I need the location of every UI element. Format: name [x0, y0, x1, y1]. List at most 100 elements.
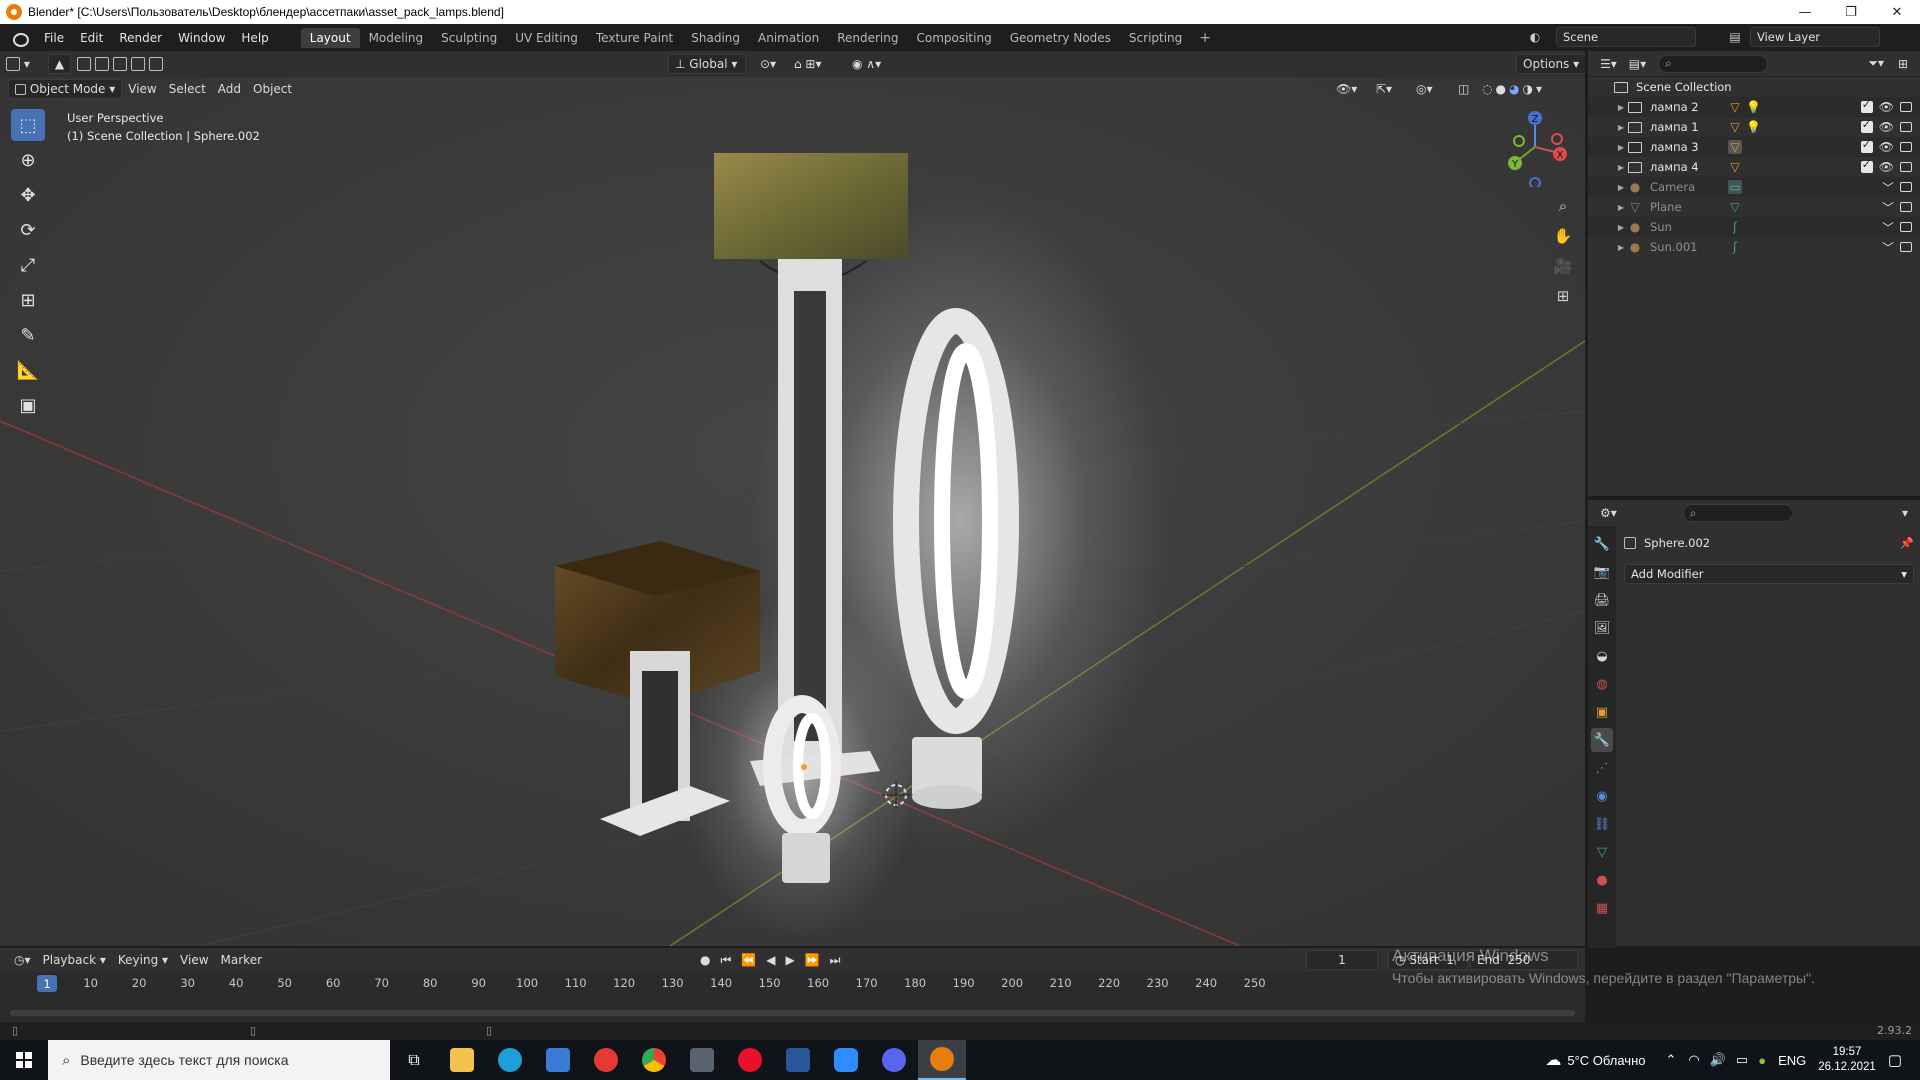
- timeline-scrollbar[interactable]: [10, 1010, 1575, 1016]
- expand-arrow-icon[interactable]: ▶: [1614, 243, 1628, 252]
- gizmo-neg-z[interactable]: [1529, 177, 1541, 187]
- menu-edit[interactable]: Edit: [72, 31, 111, 45]
- render-camera-icon[interactable]: [1900, 142, 1912, 152]
- hidden-eye-icon[interactable]: ﹀: [1882, 239, 1894, 256]
- weather-label[interactable]: 5°C Облачно: [1567, 1053, 1645, 1068]
- scene-tab-icon[interactable]: ◒: [1591, 644, 1613, 668]
- add-workspace-button[interactable]: +: [1191, 28, 1219, 48]
- battery-icon[interactable]: ▭: [1736, 1052, 1748, 1068]
- navigation-gizmo[interactable]: Z X Y: [1495, 107, 1575, 187]
- visibility-eye-icon[interactable]: 👁: [1879, 120, 1894, 134]
- outliner-row-plane[interactable]: ▶ ▽ Plane ▽ ﹀: [1588, 197, 1920, 217]
- tab-animation[interactable]: Animation: [749, 28, 828, 48]
- transform-tool[interactable]: ⊞: [11, 284, 45, 316]
- perspective-toggle-icon[interactable]: ⊞: [1550, 283, 1576, 309]
- new-collection-icon[interactable]: ⊞: [1892, 54, 1914, 74]
- jump-end-icon[interactable]: ⏭: [830, 953, 841, 968]
- timeline-editor-type-icon[interactable]: ◷▾: [8, 950, 37, 970]
- select-new-icon[interactable]: [77, 57, 92, 71]
- data-tab-icon[interactable]: ▽: [1591, 840, 1613, 864]
- outliner-search-input[interactable]: ⌕: [1658, 54, 1769, 73]
- task-view-button[interactable]: ⧉: [390, 1040, 438, 1080]
- exclude-checkbox[interactable]: [1860, 118, 1873, 133]
- menu-view[interactable]: View: [122, 79, 162, 99]
- properties-search-input[interactable]: ⌕: [1682, 504, 1793, 522]
- language-indicator[interactable]: ENG: [1778, 1053, 1806, 1068]
- outliner-row-sun[interactable]: ▶ ● Sun ʃ ﹀: [1588, 217, 1920, 237]
- render-camera-icon[interactable]: [1900, 102, 1912, 112]
- visibility-eye-icon[interactable]: 👁: [1879, 100, 1894, 114]
- taskbar-discord[interactable]: [870, 1040, 918, 1080]
- gizmo-neg-x[interactable]: [1551, 133, 1563, 145]
- expand-arrow-icon[interactable]: ▶: [1614, 123, 1628, 132]
- overlays-icon[interactable]: ◎▾: [1410, 79, 1439, 99]
- expand-arrow-icon[interactable]: ▶: [1614, 203, 1628, 212]
- view-layer-tab-icon[interactable]: 🖼: [1591, 616, 1613, 640]
- editor-type-button[interactable]: ▾: [0, 54, 36, 74]
- visibility-eye-icon[interactable]: 👁: [1879, 140, 1894, 154]
- visibility-icon[interactable]: 👁▾: [1330, 79, 1363, 99]
- menu-timeline-view[interactable]: View: [174, 950, 214, 970]
- outliner-row-lamp1[interactable]: ▶ лампа 1 ▽ 💡 👁: [1588, 117, 1920, 137]
- expand-arrow-icon[interactable]: ▶: [1614, 163, 1628, 172]
- wifi-icon[interactable]: ◠: [1688, 1052, 1699, 1068]
- material-tab-icon[interactable]: ●: [1591, 868, 1613, 892]
- exclude-checkbox[interactable]: [1860, 158, 1873, 173]
- menu-add[interactable]: Add: [212, 79, 247, 99]
- rendered-shading-icon[interactable]: ◑: [1522, 82, 1532, 96]
- display-mode-icon[interactable]: ▤▾: [1623, 54, 1652, 74]
- select-intersect-icon[interactable]: [149, 57, 164, 71]
- render-camera-icon[interactable]: [1900, 202, 1912, 212]
- tab-uv-editing[interactable]: UV Editing: [506, 28, 587, 48]
- taskbar-word[interactable]: [774, 1040, 822, 1080]
- playhead-frame[interactable]: 1: [37, 975, 57, 992]
- outliner-row-sun001[interactable]: ▶ ● Sun.001 ʃ ﹀: [1588, 237, 1920, 257]
- particles-tab-icon[interactable]: ⋰: [1591, 756, 1613, 780]
- select-box-tool[interactable]: ⬚: [11, 109, 45, 141]
- object-tab-icon[interactable]: ▣: [1591, 700, 1613, 724]
- pivot-point-icon[interactable]: ⊙▾: [754, 54, 782, 74]
- camera-view-icon[interactable]: 🎥: [1550, 253, 1576, 279]
- expand-arrow-icon[interactable]: ▶: [1614, 223, 1628, 232]
- restore-button[interactable]: ❐: [1828, 0, 1874, 24]
- gizmo-neg-y[interactable]: [1513, 135, 1525, 147]
- constraints-tab-icon[interactable]: ⛓: [1591, 812, 1613, 836]
- menu-playback[interactable]: Playback ▾: [37, 950, 112, 970]
- record-icon[interactable]: ●: [700, 953, 710, 967]
- taskbar-edge[interactable]: [486, 1040, 534, 1080]
- menu-render[interactable]: Render: [111, 31, 170, 45]
- selection-mode-buttons[interactable]: [71, 54, 169, 74]
- tab-sculpting[interactable]: Sculpting: [432, 28, 506, 48]
- menu-select[interactable]: Select: [163, 79, 212, 99]
- tab-geometry-nodes[interactable]: Geometry Nodes: [1001, 28, 1120, 48]
- tab-rendering[interactable]: Rendering: [828, 28, 907, 48]
- options-dropdown[interactable]: Options ▾: [1516, 54, 1585, 74]
- tab-layout[interactable]: Layout: [300, 27, 360, 48]
- scene-icon[interactable]: ◐: [1524, 28, 1546, 46]
- add-modifier-dropdown[interactable]: Add Modifier ▾: [1624, 564, 1914, 584]
- world-tab-icon[interactable]: ◍: [1591, 672, 1613, 696]
- texture-tab-icon[interactable]: ▦: [1591, 896, 1613, 920]
- close-button[interactable]: ✕: [1874, 0, 1920, 24]
- 3d-viewport[interactable]: ▾ ▲ ⊥ Global ▾ ⊙▾ ⌂ ⊞▾ ◉ ∧▾ Options ▾ Ob…: [0, 51, 1585, 946]
- properties-editor-type-icon[interactable]: ⚙▾: [1594, 503, 1623, 523]
- wireframe-shading-icon[interactable]: ◌: [1482, 82, 1492, 96]
- taskbar-yandex[interactable]: [582, 1040, 630, 1080]
- clock[interactable]: 19:57 26.12.2021: [1818, 1045, 1876, 1075]
- menu-window[interactable]: Window: [170, 31, 233, 45]
- outliner-row-lamp4[interactable]: ▶ лампа 4 ▽ 👁: [1588, 157, 1920, 177]
- shading-mode-buttons[interactable]: ◌ ● ◕ ◑ ▾: [1476, 79, 1548, 99]
- scene-collection-row[interactable]: Scene Collection: [1588, 77, 1920, 97]
- tab-modeling[interactable]: Modeling: [360, 28, 433, 48]
- annotate-tool[interactable]: ✎: [11, 319, 45, 351]
- view-layer-icon[interactable]: ▤: [1724, 28, 1746, 46]
- modifier-tab-icon[interactable]: 🔧: [1591, 728, 1613, 752]
- visibility-eye-icon[interactable]: 👁: [1879, 160, 1894, 174]
- play-reverse-icon[interactable]: ◀: [766, 953, 775, 967]
- hidden-eye-icon[interactable]: ﹀: [1882, 199, 1894, 216]
- properties-options-icon[interactable]: ▾: [1896, 503, 1914, 523]
- xray-icon[interactable]: ◫: [1452, 79, 1475, 99]
- render-camera-icon[interactable]: [1900, 242, 1912, 252]
- rotate-tool[interactable]: ⟳: [11, 214, 45, 246]
- pin-icon[interactable]: 📌: [1900, 536, 1914, 550]
